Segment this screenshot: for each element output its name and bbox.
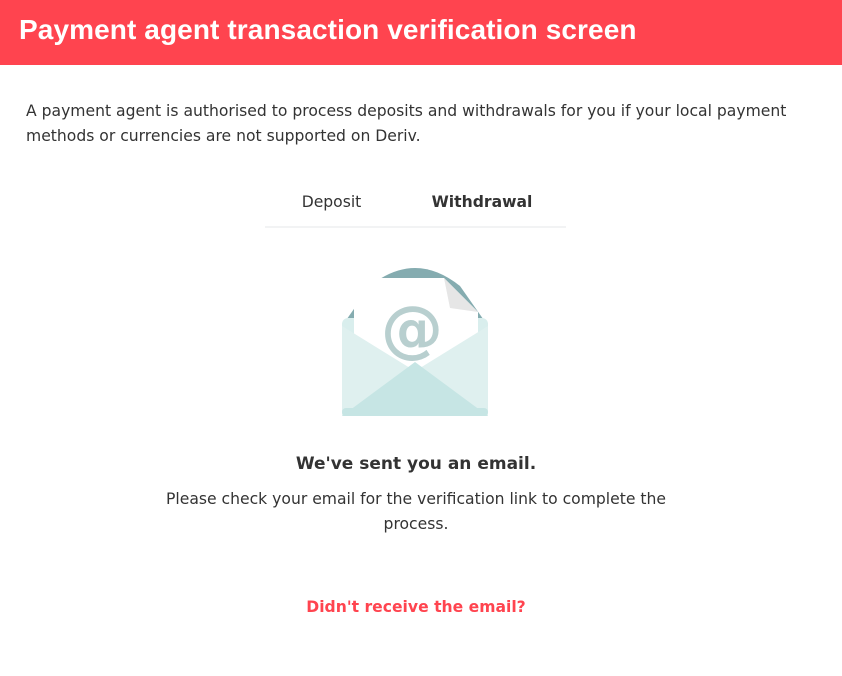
email-envelope-icon: @ [340,268,490,418]
intro-text: A payment agent is authorised to process… [26,102,787,145]
page-header: Payment agent transaction verification s… [0,0,842,65]
email-sent-title: We've sent you an email. [295,454,537,474]
email-sent-description: Please check your email for the verifica… [166,490,666,533]
tab-bar: Deposit Withdrawal [265,185,566,228]
tab-track [265,226,566,228]
tab-deposit[interactable]: Deposit [265,185,398,228]
resend-email-link[interactable]: Didn't receive the email? [0,595,832,619]
tab-withdrawal[interactable]: Withdrawal [398,185,566,228]
page-title: Payment agent transaction verification s… [19,14,637,45]
svg-text:@: @ [381,292,443,365]
